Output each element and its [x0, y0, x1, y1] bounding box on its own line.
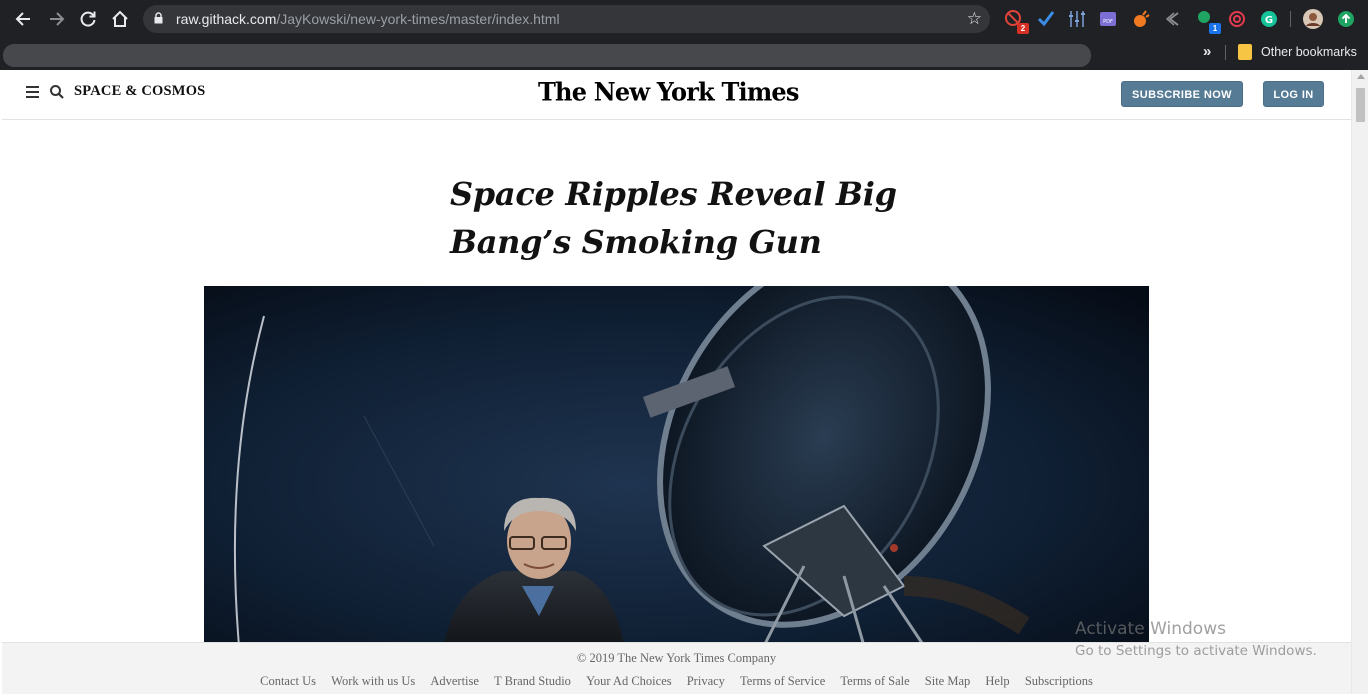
- other-bookmarks-link[interactable]: Other bookmarks: [1261, 42, 1357, 62]
- equalizer-extension-icon[interactable]: [1066, 8, 1088, 30]
- profile-avatar-icon[interactable]: [1302, 8, 1324, 30]
- search-icon[interactable]: [49, 84, 65, 100]
- back-arrow-icon[interactable]: [10, 5, 38, 33]
- footer-link-terms-of-service[interactable]: Terms of Service: [740, 674, 825, 688]
- lock-icon: [154, 12, 163, 24]
- section-name[interactable]: SPACE & COSMOS: [74, 82, 205, 100]
- article-headline: Space Ripples Reveal Big Bang’s Smoking …: [450, 170, 930, 266]
- login-button[interactable]: LOG IN: [1263, 81, 1324, 107]
- adblock-extension-icon[interactable]: 2: [1003, 8, 1029, 34]
- footer-link-help[interactable]: Help: [985, 674, 1009, 688]
- blurred-bookmarks: [3, 44, 1091, 67]
- footer-link-subscriptions[interactable]: Subscriptions: [1025, 674, 1093, 688]
- url-text: raw.githack.com/JayKowski/new-york-times…: [176, 5, 560, 33]
- footer-link-t-brand-studio[interactable]: T Brand Studio: [494, 674, 571, 688]
- update-icon[interactable]: [1335, 8, 1357, 30]
- footer-link-contact[interactable]: Contact Us: [260, 674, 316, 688]
- nyt-logo[interactable]: The New York Times: [538, 74, 799, 110]
- footer-link-terms-of-sale[interactable]: Terms of Sale: [840, 674, 909, 688]
- scroll-up-arrow-icon[interactable]: [1357, 74, 1365, 79]
- footer-link-site-map[interactable]: Site Map: [925, 674, 970, 688]
- menu-icon[interactable]: [26, 86, 39, 98]
- site-footer: © 2019 The New York Times Company Contac…: [2, 642, 1351, 694]
- vertical-scrollbar[interactable]: [1351, 70, 1368, 694]
- bookmarks-overflow-button[interactable]: »: [1203, 41, 1211, 63]
- extension-badge: 1: [1209, 23, 1221, 34]
- bookmarks-bar: » Other bookmarks: [0, 40, 1368, 70]
- footer-link-ad-choices[interactable]: Your Ad Choices: [586, 674, 672, 688]
- home-icon[interactable]: [106, 5, 134, 33]
- headline-line-2: Bang’s Smoking Gun: [450, 223, 822, 261]
- reload-icon[interactable]: [74, 5, 102, 33]
- swirl-extension-icon[interactable]: [1162, 8, 1184, 30]
- spiral-extension-icon[interactable]: [1226, 8, 1248, 30]
- extension-badge: 2: [1017, 23, 1029, 34]
- scroll-thumb[interactable]: [1356, 88, 1365, 122]
- site-header: SPACE & COSMOS The New York Times SUBSCR…: [2, 70, 1351, 120]
- address-bar[interactable]: raw.githack.com/JayKowski/new-york-times…: [143, 5, 990, 33]
- svg-text:PDF: PDF: [1103, 19, 1113, 25]
- svg-text:G: G: [1265, 15, 1273, 26]
- headline-line-1: Space Ripples Reveal Big: [450, 175, 897, 213]
- pdf-extension-icon[interactable]: PDF: [1097, 8, 1119, 30]
- toolbar-divider: [1290, 11, 1291, 27]
- hero-image: [204, 286, 1149, 646]
- copyright-text: © 2019 The New York Times Company: [576, 651, 777, 665]
- bookmark-star-icon[interactable]: ☆: [967, 5, 982, 33]
- url-path: /JayKowski/new-york-times/master/index.h…: [276, 11, 560, 27]
- grammarly-extension-icon[interactable]: G: [1258, 8, 1280, 30]
- footer-links: Contact Us Work with us Us Advertise T B…: [2, 674, 1351, 689]
- footer-link-work-with-us[interactable]: Work with us Us: [331, 674, 415, 688]
- browser-chrome: raw.githack.com/JayKowski/new-york-times…: [0, 0, 1368, 70]
- subscribe-button[interactable]: SUBSCRIBE NOW: [1121, 81, 1243, 107]
- bookmarks-divider: [1225, 45, 1226, 60]
- footer-link-privacy[interactable]: Privacy: [687, 674, 725, 688]
- footer-link-advertise[interactable]: Advertise: [430, 674, 479, 688]
- url-host: raw.githack.com: [176, 11, 277, 27]
- hand-extension-icon[interactable]: [1130, 8, 1152, 30]
- forward-arrow-icon[interactable]: [42, 5, 70, 33]
- checkmark-extension-icon[interactable]: [1035, 8, 1057, 30]
- folder-icon: [1238, 44, 1252, 60]
- page-viewport: SPACE & COSMOS The New York Times SUBSCR…: [0, 70, 1368, 694]
- green-dot-extension-icon[interactable]: 1: [1195, 8, 1221, 34]
